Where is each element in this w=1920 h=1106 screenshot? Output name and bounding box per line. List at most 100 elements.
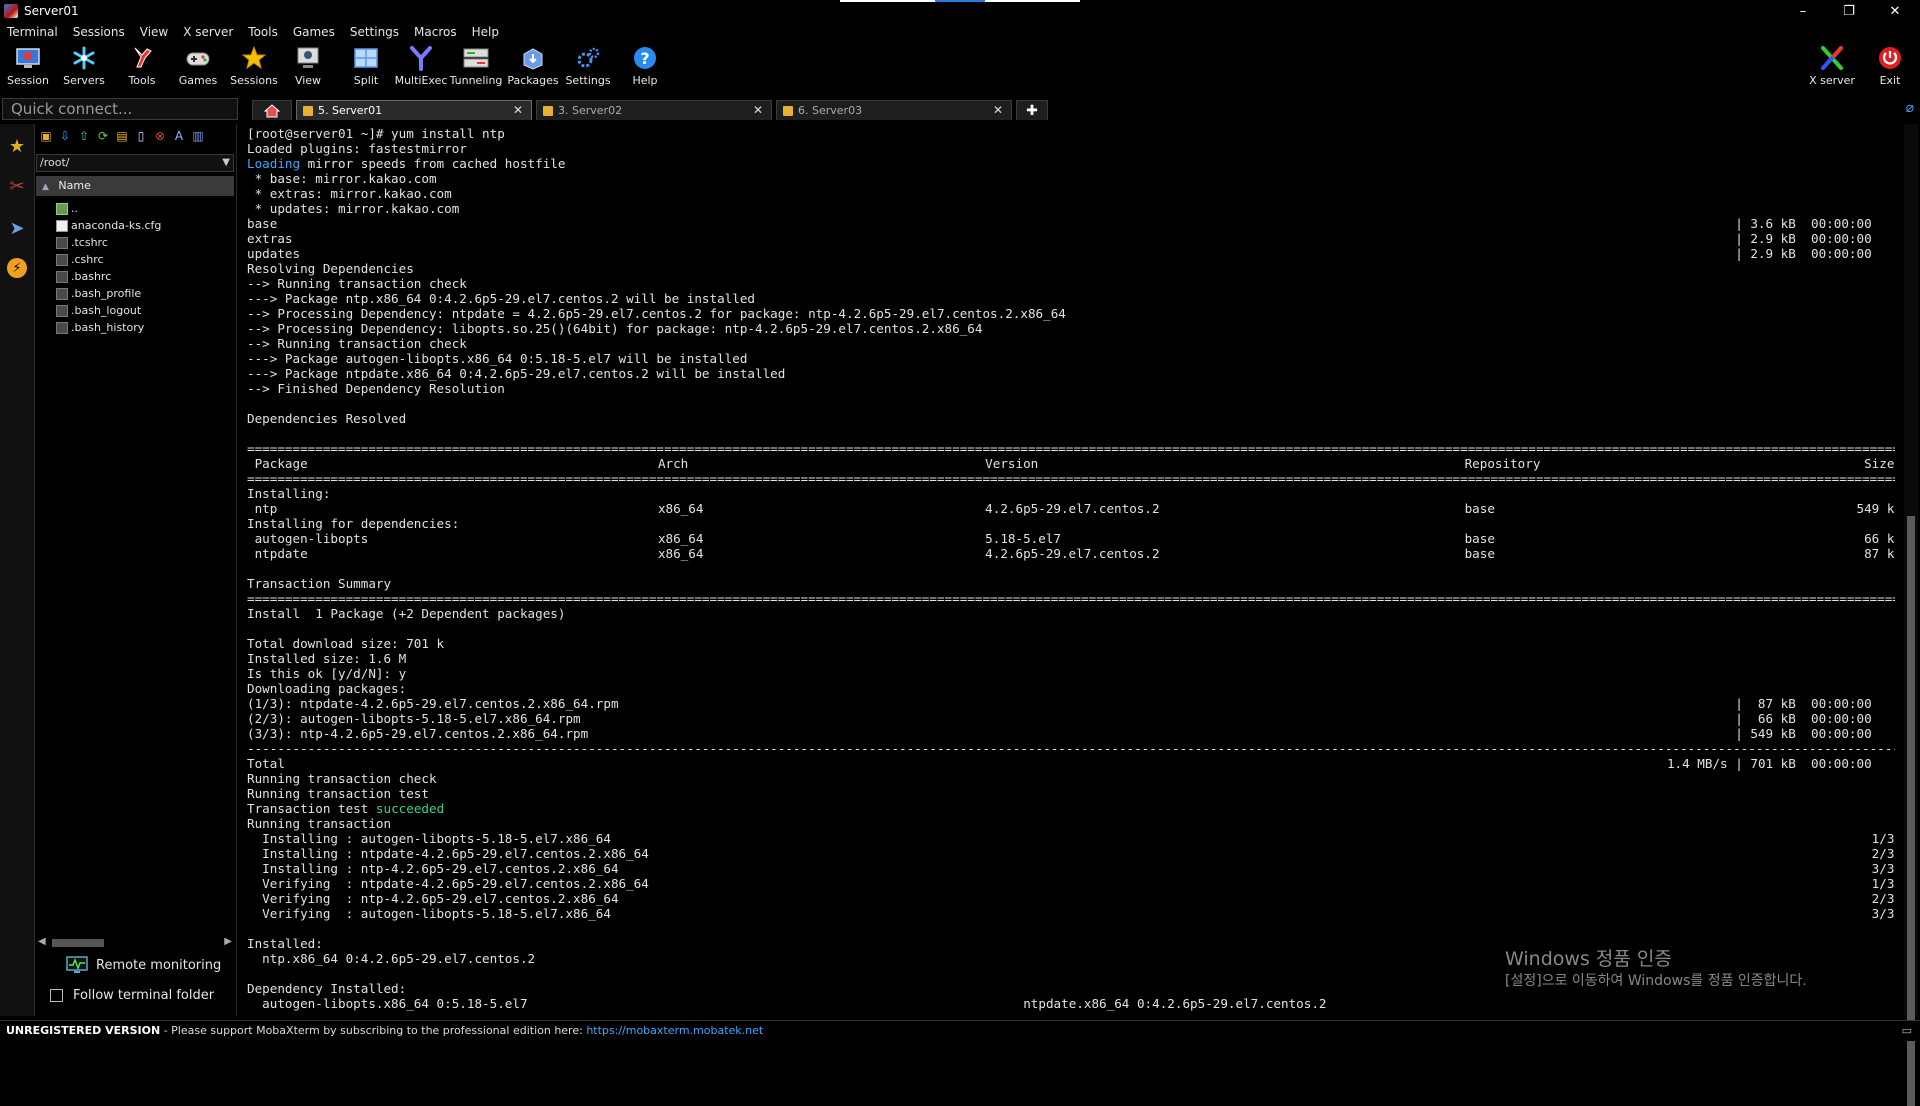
menu-terminal[interactable]: Terminal: [0, 25, 66, 39]
servers-icon: [70, 44, 98, 72]
toolbar-packages-button[interactable]: Packages: [505, 42, 561, 92]
attach-icon[interactable]: ⌀: [1906, 100, 1914, 116]
quick-connect-input[interactable]: [2, 98, 238, 120]
minimize-button[interactable]: –: [1780, 0, 1826, 22]
terminal-text: Installing : autogen-libopts-5.18-5.el7.…: [247, 831, 611, 846]
terminal-pane[interactable]: [root@server01 ~]# yum install ntp Loaded…: [242, 124, 1902, 1016]
follow-folder-checkbox[interactable]: [50, 989, 63, 1002]
file-list-item[interactable]: .bash_history: [56, 319, 234, 336]
file-list-item[interactable]: anaconda-ks.cfg: [56, 217, 234, 234]
menu-view[interactable]: View: [133, 25, 176, 39]
toolbar-view-button[interactable]: View: [280, 42, 336, 92]
tab-server02[interactable]: 3. Server02 ✕: [536, 100, 772, 120]
toolbar-session-button[interactable]: Session: [0, 42, 56, 92]
support-text: - Please support MobaXterm by subscribin…: [163, 1024, 587, 1037]
terminal-text: Total: [247, 756, 285, 771]
macros-icon[interactable]: ⚡: [7, 258, 27, 278]
tools-icon[interactable]: ✂: [5, 174, 29, 198]
close-icon[interactable]: ✕: [993, 103, 1003, 117]
file-name: anaconda-ks.cfg: [71, 219, 162, 232]
file-name: .bash_profile: [71, 287, 142, 300]
menu-macros[interactable]: Macros: [407, 25, 465, 39]
terminal-line: (2/3): autogen-libopts-5.18-5.el7.x86_64…: [247, 711, 1902, 726]
file-list-item[interactable]: ..: [56, 200, 234, 217]
close-icon[interactable]: ✕: [513, 103, 523, 117]
close-window-button[interactable]: ✕: [1872, 0, 1918, 22]
terminal-scrollbar[interactable]: [1904, 124, 1918, 1106]
sftp-send-icon[interactable]: ➤: [5, 216, 29, 240]
menu-games[interactable]: Games: [286, 25, 343, 39]
delete-icon[interactable]: ⊗: [152, 128, 168, 144]
download-icon[interactable]: ⇩: [57, 128, 73, 144]
file-list-item[interactable]: .bash_logout: [56, 302, 234, 319]
parent-folder-icon[interactable]: ▣: [38, 128, 54, 144]
toolbar-split-button[interactable]: Split: [338, 42, 394, 92]
title-accent-highlight: [935, 0, 985, 2]
file-name: .cshrc: [71, 253, 104, 266]
chevron-down-icon[interactable]: ▼: [222, 155, 230, 171]
toolbar-x-server-button[interactable]: X server: [1804, 42, 1860, 92]
menu-x-server[interactable]: X server: [176, 25, 241, 39]
terminal-table-cell: 4.2.6p5-29.el7.centos.2: [985, 501, 1160, 516]
terminal-text: Dependencies Resolved: [247, 411, 407, 426]
toolbar-tools-button[interactable]: Tools: [114, 42, 170, 92]
scroll-right-icon[interactable]: ▶: [224, 936, 232, 947]
file-list-header[interactable]: ▲ Name: [36, 176, 234, 196]
app-icon: [4, 4, 18, 18]
upload-icon[interactable]: ⇧: [76, 128, 92, 144]
toolbar-sessions-button[interactable]: Sessions: [226, 42, 282, 92]
file-list-item[interactable]: .cshrc: [56, 251, 234, 268]
subscribe-link[interactable]: https://mobaxterm.mobatek.net: [586, 1024, 763, 1037]
tab-server01[interactable]: 5. Server01 ✕: [296, 100, 532, 120]
close-icon[interactable]: ✕: [753, 103, 763, 117]
terminal-line: autogen-libopts.x86_64 0:5.18-5.el7 ntpda…: [247, 996, 1902, 1011]
file-name: .tcshrc: [71, 236, 108, 249]
file-list-item[interactable]: .bash_profile: [56, 285, 234, 302]
toolbar-settings-button[interactable]: Settings: [560, 42, 616, 92]
terminal-text: Running transaction: [247, 816, 392, 831]
menu-tools[interactable]: Tools: [241, 25, 286, 39]
file-list-item[interactable]: .bashrc: [56, 268, 234, 285]
home-tab[interactable]: [252, 100, 292, 120]
new-tab-button[interactable]: ✚: [1016, 100, 1048, 120]
session-icon: [14, 44, 42, 72]
file-list-item[interactable]: .tcshrc: [56, 234, 234, 251]
terminal-scroll-thumb[interactable]: [1907, 516, 1915, 1106]
home-icon: [264, 103, 280, 117]
toolbar-servers-button[interactable]: Servers: [56, 42, 112, 92]
path-field[interactable]: /root/ ▼: [36, 154, 234, 172]
file-name: ..: [71, 202, 78, 215]
toolbar-exit-button[interactable]: Exit: [1862, 42, 1918, 92]
toolbar-help-button[interactable]: ? Help: [617, 42, 673, 92]
rename-icon[interactable]: A: [171, 128, 187, 144]
toolbar-multiexec-button[interactable]: MultiExec: [393, 42, 449, 92]
properties-icon[interactable]: ▥: [190, 128, 206, 144]
restore-button[interactable]: ❐: [1826, 0, 1872, 22]
terminal-table-cell: Repository: [1464, 456, 1541, 471]
new-folder-icon[interactable]: ▤: [114, 128, 130, 144]
menu-help[interactable]: Help: [465, 25, 507, 39]
terminal-right-text: Size: [1864, 456, 1902, 471]
horizontal-scrollbar[interactable]: ◀ ▶: [38, 936, 232, 950]
unregistered-label: UNREGISTERED VERSION: [6, 1024, 161, 1037]
follow-terminal-folder-toggle[interactable]: Follow terminal folder: [50, 988, 214, 1003]
menu-sessions[interactable]: Sessions: [66, 25, 133, 39]
terminal-line: Installed size: 1.6 M: [247, 651, 1902, 666]
refresh-icon[interactable]: ⟳: [95, 128, 111, 144]
terminal-right-text: | 549 kB 00:00:00: [1735, 726, 1902, 741]
menu-settings[interactable]: Settings: [343, 25, 407, 39]
terminal-line: Running transaction: [247, 816, 1902, 831]
file-name: .bashrc: [71, 270, 112, 283]
terminal-line: ntpdate x86_64 4.2.6p5-29.el7.centos.2 base…: [247, 546, 1902, 561]
scroll-left-icon[interactable]: ◀: [38, 936, 46, 947]
terminal-text: autogen-libopts.x86_64 0:5.18-5.el7: [247, 996, 528, 1011]
terminal-right-text: 1/3: [1871, 831, 1902, 846]
remote-monitoring-button[interactable]: Remote monitoring: [66, 956, 221, 974]
scroll-thumb[interactable]: [52, 939, 104, 947]
toolbar-tunneling-button[interactable]: Tunneling: [448, 42, 504, 92]
toolbar-games-button[interactable]: Games: [170, 42, 226, 92]
sessions-star-icon[interactable]: ★: [5, 134, 29, 158]
terminal-line: (1/3): ntpdate-4.2.6p5-29.el7.centos.2.x…: [247, 696, 1902, 711]
tab-server03[interactable]: 6. Server03 ✕: [776, 100, 1012, 120]
new-file-icon[interactable]: ▯: [133, 128, 149, 144]
